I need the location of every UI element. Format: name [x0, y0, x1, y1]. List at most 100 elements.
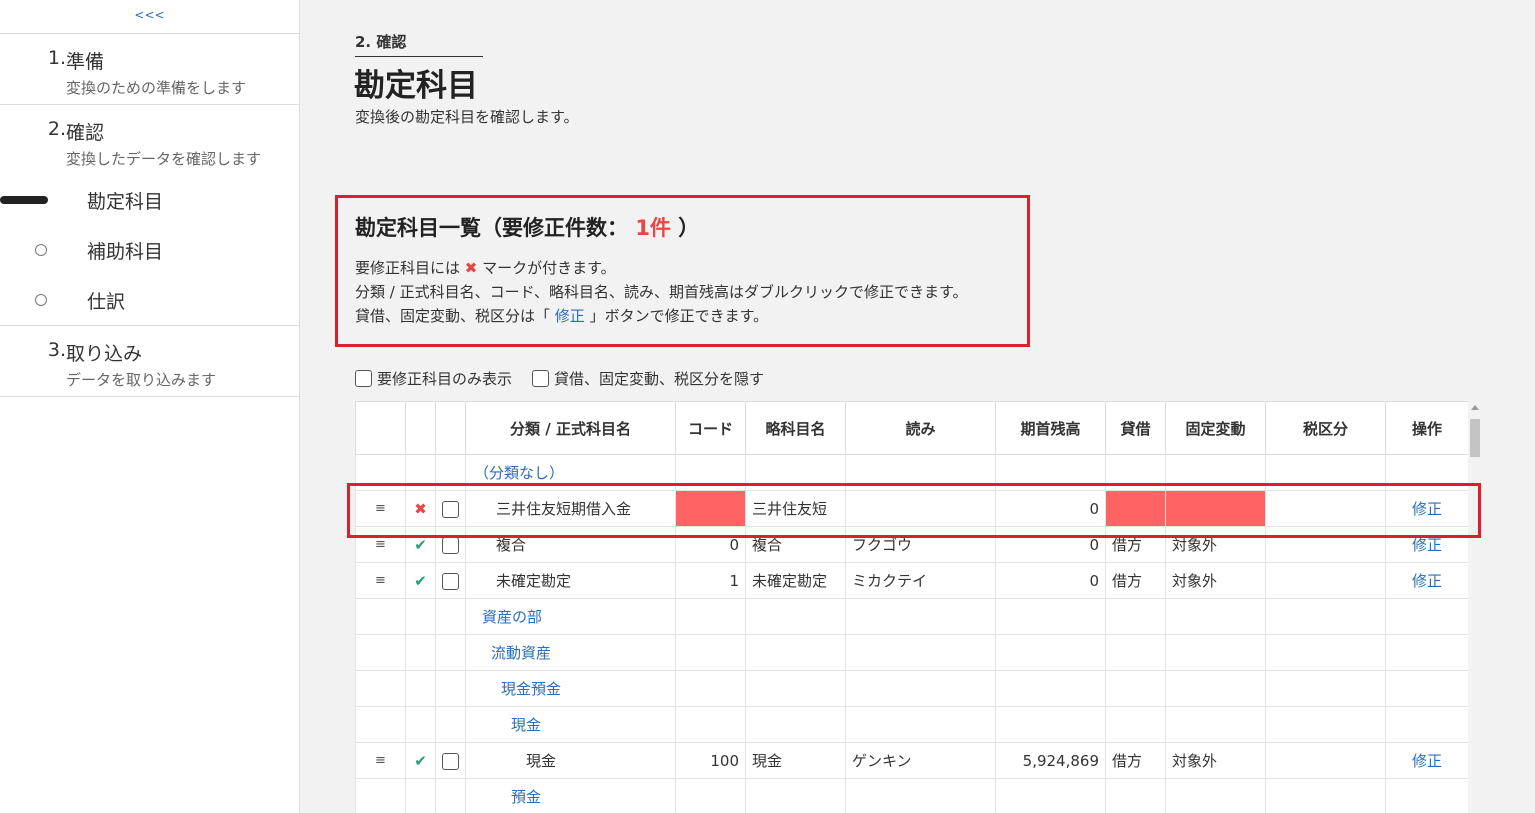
check-icon: ✔ — [405, 742, 436, 779]
group-row: 現金 — [355, 706, 1468, 743]
account-dc: 借方 — [1105, 562, 1166, 599]
step-1[interactable]: 1. 準備 変換のための準備をします — [0, 34, 299, 105]
drag-handle-icon[interactable]: ≡ — [355, 490, 406, 527]
step-2[interactable]: 2. 確認 変換したデータを確認します 勘定科目 補助科目 仕訳 — [0, 105, 299, 326]
filter-hide-columns[interactable]: 貸借、固定変動、税区分を隠す — [532, 368, 764, 389]
account-code[interactable]: 100 — [675, 742, 746, 779]
account-balance[interactable]: 5,924,869 — [995, 742, 1106, 779]
group-label[interactable]: （分類なし） — [465, 454, 676, 491]
col-name: 分類 / 正式科目名 — [465, 401, 676, 455]
group-label[interactable]: 預金 — [465, 778, 676, 813]
subitem-accounts[interactable]: 勘定科目 — [0, 182, 299, 218]
account-short[interactable]: 複合 — [745, 526, 846, 563]
circle-icon — [35, 244, 47, 256]
group-row: 流動資産 — [355, 634, 1468, 671]
account-kana[interactable]: ミカクテイ — [845, 562, 996, 599]
account-name[interactable]: 現金 — [465, 742, 676, 779]
page-title: 勘定科目 — [354, 68, 478, 104]
step-label: 2. 確認 — [355, 31, 483, 57]
row-checkbox[interactable] — [435, 490, 466, 527]
scroll-thumb[interactable] — [1470, 419, 1480, 457]
account-kana[interactable]: ゲンキン — [845, 742, 996, 779]
sidebar: <<< 1. 準備 変換のための準備をします 2. 確認 変換したデータを確認します… — [0, 0, 300, 813]
group-label[interactable]: 現金預金 — [465, 670, 676, 707]
row-checkbox[interactable] — [435, 742, 466, 779]
subitem-label: 仕訳 — [87, 290, 126, 313]
fix-button[interactable]: 修正 — [1385, 490, 1468, 527]
fix-link[interactable]: 修正 — [555, 307, 585, 325]
subitem-journal[interactable]: 仕訳 — [0, 282, 299, 318]
notice-line-3: 貸借、固定変動、税区分は「 修正 」ボタンで修正できます。 — [355, 307, 769, 325]
step-number: 2. — [47, 118, 66, 140]
table-row: ≡ ✖ 三井住友短期借入金 三井住友短 0 修正 — [355, 490, 1468, 527]
account-name[interactable]: 複合 — [465, 526, 676, 563]
account-kana[interactable] — [845, 490, 996, 527]
col-action: 操作 — [1385, 401, 1468, 455]
active-indicator — [0, 196, 48, 204]
fix-button[interactable]: 修正 — [1385, 526, 1468, 563]
account-code[interactable]: 0 — [675, 526, 746, 563]
filters: 要修正科目のみ表示 貸借、固定変動、税区分を隠す — [355, 368, 784, 389]
group-label[interactable]: 資産の部 — [465, 598, 676, 635]
row-checkbox[interactable] — [435, 526, 466, 563]
main-content: 2. 確認 勘定科目 変換後の勘定科目を確認します。 勘定科目一覧（要修正件数：… — [300, 0, 1535, 813]
check-icon: ✔ — [405, 562, 436, 599]
account-short[interactable]: 三井住友短 — [745, 490, 846, 527]
account-name[interactable]: 三井住友短期借入金 — [465, 490, 676, 527]
table-row: ≡ ✔ 現金 100 現金 ゲンキン 5,924,869 借方 対象外 修正 — [355, 742, 1468, 779]
checkbox[interactable] — [532, 370, 550, 387]
account-balance[interactable]: 0 — [995, 562, 1106, 599]
fix-button[interactable]: 修正 — [1385, 742, 1468, 779]
col-kana: 読み — [845, 401, 996, 455]
account-code[interactable] — [675, 490, 746, 527]
account-tax — [1265, 490, 1386, 527]
account-code[interactable]: 1 — [675, 562, 746, 599]
step-3[interactable]: 3. 取り込み データを取り込みます — [0, 326, 299, 397]
collapse-sidebar-button[interactable]: <<< — [0, 0, 299, 34]
row-checkbox[interactable] — [435, 562, 466, 599]
account-balance[interactable]: 0 — [995, 490, 1106, 527]
error-count: 1件 — [635, 216, 671, 240]
table-header: 分類 / 正式科目名 コード 略科目名 読み 期首残高 貸借 固定変動 税区分 … — [355, 401, 1468, 455]
account-name[interactable]: 未確定勘定 — [465, 562, 676, 599]
subitem-sub-accounts[interactable]: 補助科目 — [0, 232, 299, 268]
step-desc: 変換したデータを確認します — [66, 150, 262, 168]
account-short[interactable]: 現金 — [745, 742, 846, 779]
drag-handle-icon[interactable]: ≡ — [355, 742, 406, 779]
account-kana[interactable]: フクゴウ — [845, 526, 996, 563]
filter-only-errors[interactable]: 要修正科目のみ表示 — [355, 368, 512, 389]
check-icon: ✔ — [405, 526, 436, 563]
col-short: 略科目名 — [745, 401, 846, 455]
notice-title: 勘定科目一覧（要修正件数： 1件 ） — [355, 216, 700, 240]
notice-line-1: 要修正科目には ✖ マークが付きます。 — [355, 259, 616, 277]
group-label[interactable]: 現金 — [465, 706, 676, 743]
scroll-up-icon[interactable] — [1471, 405, 1479, 410]
account-tax — [1265, 562, 1386, 599]
account-short[interactable]: 未確定勘定 — [745, 562, 846, 599]
checkbox[interactable] — [355, 370, 372, 387]
fix-button[interactable]: 修正 — [1385, 562, 1468, 599]
group-label[interactable]: 流動資産 — [465, 634, 676, 671]
drag-handle-icon[interactable]: ≡ — [355, 562, 406, 599]
col-balance: 期首残高 — [995, 401, 1106, 455]
group-row: 預金 — [355, 778, 1468, 813]
account-tax — [1265, 742, 1386, 779]
subitem-label: 補助科目 — [87, 240, 164, 263]
col-dc: 貸借 — [1105, 401, 1166, 455]
notice-box: 勘定科目一覧（要修正件数： 1件 ） 要修正科目には ✖ マークが付きます。 分… — [335, 195, 1030, 347]
account-tax — [1265, 526, 1386, 563]
drag-handle-icon[interactable]: ≡ — [355, 526, 406, 563]
step-number: 1. — [47, 47, 66, 69]
step-number: 3. — [47, 339, 66, 361]
subitem-label: 勘定科目 — [87, 190, 164, 213]
page-description: 変換後の勘定科目を確認します。 — [355, 108, 579, 126]
error-icon: ✖ — [405, 490, 436, 527]
account-fixed — [1165, 490, 1266, 527]
step-title: 取り込み — [66, 343, 143, 365]
col-code: コード — [675, 401, 746, 455]
table-scrollbar[interactable] — [1468, 401, 1482, 813]
account-balance[interactable]: 0 — [995, 526, 1106, 563]
account-fixed: 対象外 — [1165, 526, 1266, 563]
table-row: ≡ ✔ 複合 0 複合 フクゴウ 0 借方 対象外 修正 — [355, 526, 1468, 563]
group-row: 現金預金 — [355, 670, 1468, 707]
